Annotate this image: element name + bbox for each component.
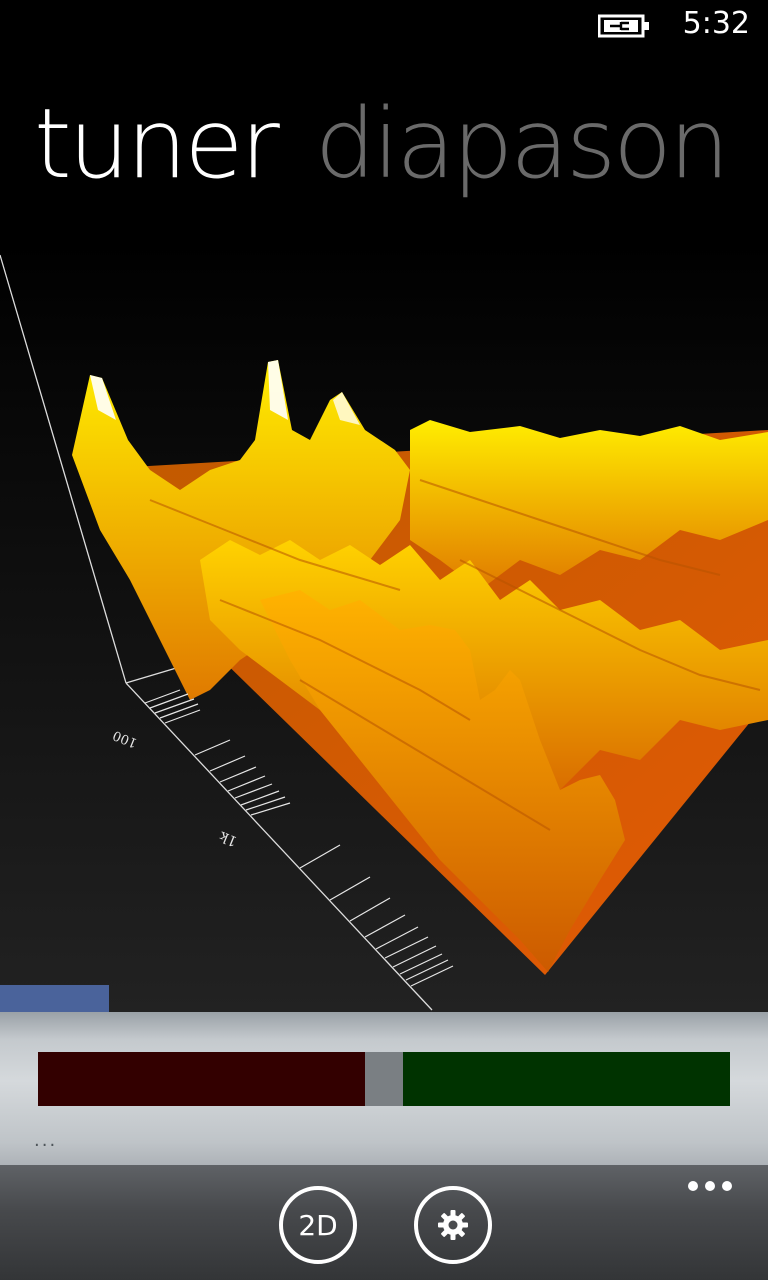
ellipsis-icon (705, 1181, 715, 1191)
ellipsis-icon (722, 1181, 732, 1191)
meter-flat-segment (38, 1052, 365, 1106)
pivot-item-tuner[interactable]: tuner (34, 96, 280, 192)
settings-button[interactable] (414, 1186, 492, 1264)
meter-center-segment (365, 1052, 403, 1106)
status-bar: 5:32 (0, 0, 768, 50)
pivot-header: tuner diapason (34, 96, 765, 192)
clock: 5:32 (682, 6, 750, 41)
pivot-item-diapason[interactable]: diapason (315, 96, 730, 192)
tuning-meter (38, 1052, 730, 1106)
tuner-panel: ... (0, 1012, 768, 1165)
meter-sharp-segment (403, 1052, 730, 1106)
spectrogram-view: 100 1k (0, 240, 768, 1015)
spectrogram-3d: 100 1k (0, 240, 768, 1015)
view-2d-button[interactable]: 2D (279, 1186, 357, 1264)
accent-tab (0, 985, 109, 1012)
app-bar: 2D (0, 1165, 768, 1280)
gear-icon (438, 1210, 468, 1240)
battery-charging-icon (598, 14, 649, 38)
note-readout: ... (34, 1130, 58, 1151)
ellipsis-icon (688, 1181, 698, 1191)
more-options-button[interactable] (688, 1179, 732, 1193)
